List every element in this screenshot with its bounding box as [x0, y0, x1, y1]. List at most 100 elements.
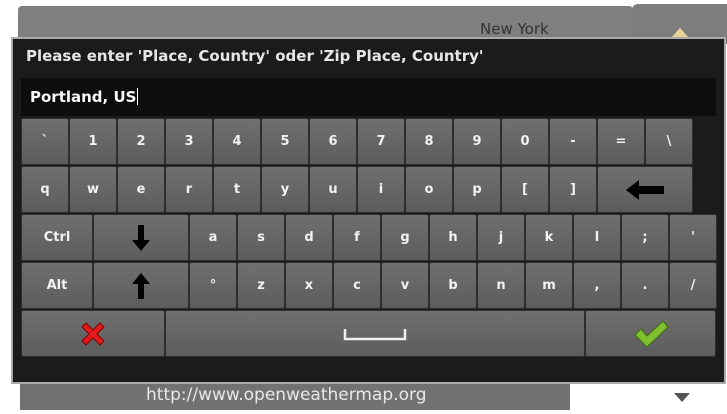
- key-9[interactable]: 9: [453, 118, 501, 165]
- key-6-r3[interactable]: j: [477, 214, 525, 261]
- keyboard-dialog: Please enter 'Place, Country' oder 'Zip …: [11, 37, 726, 384]
- key-9-r3[interactable]: ;: [621, 214, 669, 261]
- alt-key[interactable]: Alt: [21, 262, 93, 309]
- key-6[interactable]: 6: [309, 118, 357, 165]
- key-0[interactable]: `: [21, 118, 69, 165]
- key-2-r4[interactable]: x: [285, 262, 333, 309]
- space-key[interactable]: [165, 310, 585, 357]
- key-label: ]: [570, 182, 576, 197]
- key-p[interactable]: p: [453, 166, 501, 213]
- key-label: Alt: [46, 278, 68, 293]
- key-label: d: [304, 230, 314, 245]
- key-0-r3[interactable]: a: [189, 214, 237, 261]
- key-label: y: [280, 182, 290, 197]
- key-3-r3[interactable]: f: [333, 214, 381, 261]
- key-label: u: [328, 182, 338, 197]
- key-label: .: [642, 278, 648, 293]
- key-label: o: [424, 182, 434, 197]
- key-6-r4[interactable]: n: [477, 262, 525, 309]
- background-city-label: New York: [480, 20, 549, 38]
- key-label: 8: [424, 134, 434, 149]
- key-label: g: [400, 230, 410, 245]
- key-label: l: [594, 230, 600, 245]
- key-label: v: [400, 278, 410, 293]
- key-label: x: [304, 278, 314, 293]
- key-label: j: [498, 230, 504, 245]
- key-label: 7: [376, 134, 386, 149]
- key-2[interactable]: 2: [117, 118, 165, 165]
- shift-down-key[interactable]: [93, 214, 189, 261]
- key-label: 0: [520, 134, 530, 149]
- key-12[interactable]: =: [597, 118, 645, 165]
- key-5-r4[interactable]: b: [429, 262, 477, 309]
- key-10-r3[interactable]: ': [669, 214, 717, 261]
- space-bar-icon: [343, 327, 407, 341]
- up-arrow-icon: [132, 272, 150, 299]
- key-u[interactable]: u: [309, 166, 357, 213]
- key-9-r4[interactable]: .: [621, 262, 669, 309]
- key-5-r3[interactable]: h: [429, 214, 477, 261]
- down-arrow-icon[interactable]: [674, 393, 690, 402]
- shift-up-key[interactable]: [93, 262, 189, 309]
- key-10-r4[interactable]: /: [669, 262, 717, 309]
- key-7-r3[interactable]: k: [525, 214, 573, 261]
- location-input[interactable]: Portland, US: [21, 78, 716, 116]
- key-label: t: [233, 182, 241, 197]
- key-label: q: [40, 182, 50, 197]
- key-i[interactable]: i: [357, 166, 405, 213]
- key-7[interactable]: 7: [357, 118, 405, 165]
- key-o[interactable]: o: [405, 166, 453, 213]
- key-0-r4[interactable]: °: [189, 262, 237, 309]
- ctrl-key[interactable]: Ctrl: [21, 214, 93, 261]
- key-label: b: [448, 278, 458, 293]
- key-label: p: [472, 182, 482, 197]
- key-label: \: [666, 134, 672, 149]
- key-10[interactable]: 0: [501, 118, 549, 165]
- key-[[interactable]: [: [501, 166, 549, 213]
- key-8-r4[interactable]: ,: [573, 262, 621, 309]
- key-8[interactable]: 8: [405, 118, 453, 165]
- down-arrow-icon: [132, 224, 150, 251]
- key-e[interactable]: e: [117, 166, 165, 213]
- cancel-button[interactable]: [21, 310, 165, 357]
- key-label: 6: [328, 134, 338, 149]
- key-label: 1: [88, 134, 98, 149]
- key-t[interactable]: t: [213, 166, 261, 213]
- key-7-r4[interactable]: m: [525, 262, 573, 309]
- location-input-value: Portland, US: [30, 88, 139, 106]
- key-label: r: [185, 182, 193, 197]
- key-13[interactable]: \: [645, 118, 693, 165]
- key-w[interactable]: w: [69, 166, 117, 213]
- key-4-r4[interactable]: v: [381, 262, 429, 309]
- key-label: -: [570, 134, 576, 149]
- left-arrow-icon: [626, 179, 664, 200]
- key-label: °: [209, 278, 217, 293]
- key-label: Ctrl: [43, 230, 71, 245]
- key-label: w: [86, 182, 99, 197]
- confirm-button[interactable]: [585, 310, 716, 357]
- key-r[interactable]: r: [165, 166, 213, 213]
- key-1-r3[interactable]: s: [237, 214, 285, 261]
- key-label: e: [136, 182, 146, 197]
- key-q[interactable]: q: [21, 166, 69, 213]
- key-5[interactable]: 5: [261, 118, 309, 165]
- red-x-icon: [77, 318, 109, 350]
- key-1[interactable]: 1: [69, 118, 117, 165]
- key-1-r4[interactable]: z: [237, 262, 285, 309]
- key-4[interactable]: 4: [213, 118, 261, 165]
- key-label: c: [353, 278, 361, 293]
- key-8-r3[interactable]: l: [573, 214, 621, 261]
- background-source-url[interactable]: http://www.openweathermap.org: [146, 385, 426, 405]
- key-y[interactable]: y: [261, 166, 309, 213]
- key-3[interactable]: 3: [165, 118, 213, 165]
- key-11[interactable]: -: [549, 118, 597, 165]
- key-label: i: [378, 182, 384, 197]
- key-][interactable]: ]: [549, 166, 597, 213]
- key-label: =: [615, 134, 627, 149]
- key-2-r3[interactable]: d: [285, 214, 333, 261]
- key-3-r4[interactable]: c: [333, 262, 381, 309]
- key-label: h: [448, 230, 458, 245]
- backspace-key[interactable]: [597, 166, 693, 213]
- green-check-icon: [633, 319, 669, 349]
- key-4-r3[interactable]: g: [381, 214, 429, 261]
